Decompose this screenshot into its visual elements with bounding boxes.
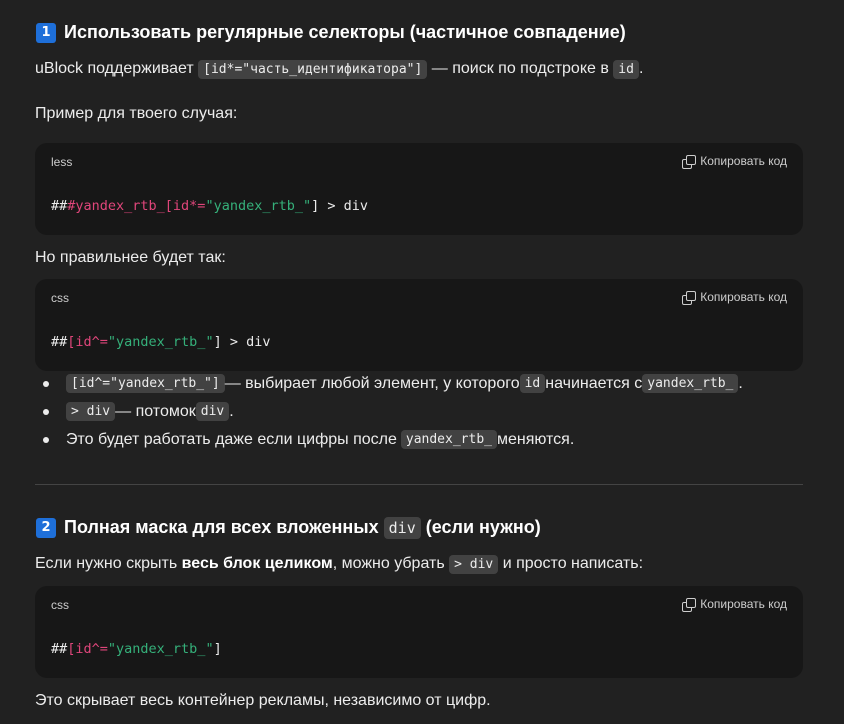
code-content: ##[id^="yandex_rtb_"] > div — [51, 334, 270, 350]
copy-code-label: Копировать код — [700, 154, 787, 168]
bullet-dot — [43, 436, 49, 443]
list-item-text: начинается с — [545, 374, 643, 392]
bullet-dot — [43, 380, 49, 387]
inline-code: yandex_rtb_ — [642, 374, 739, 393]
inline-code: id — [519, 374, 546, 393]
intro-text: и просто написать: — [498, 555, 644, 572]
code-content: ##[id^="yandex_rtb_"] — [51, 641, 222, 657]
section-2-intro: Если нужно скрыть весь блок целиком, мож… — [35, 552, 643, 577]
code-block-css: css Копировать код ##[id^="yandex_rtb_"]… — [35, 279, 803, 371]
intro-text: — поиск по подстроке в — [427, 60, 614, 77]
code-token: [id^= — [67, 334, 108, 350]
code-token: ] > div — [213, 334, 271, 350]
inline-code: div — [195, 402, 230, 421]
section-divider — [35, 484, 803, 485]
example-label: Пример для твоего случая: — [35, 105, 238, 122]
list-item: > div — потомок div. — [35, 402, 234, 421]
inline-code: [id^="yandex_rtb_"] — [66, 374, 225, 393]
outro-text: Это скрывает весь контейнер рекламы, нез… — [35, 692, 491, 709]
inline-code: yandex_rtb_ — [400, 430, 497, 449]
list-item-text: — потомок — [115, 402, 196, 420]
section-2-heading: 2 Полная маска для всех вложенных div (е… — [36, 517, 541, 539]
code-token: ## — [51, 334, 68, 350]
keycap-2-icon: 2 — [36, 517, 56, 538]
copy-icon — [682, 154, 697, 169]
code-token: ## — [51, 198, 68, 214]
better-label: Но правильнее будет так: — [35, 249, 226, 266]
section-2-title: Полная маска для всех вложенных div (есл… — [64, 517, 541, 539]
section-1-heading: 1 Использовать регулярные селекторы (час… — [36, 22, 626, 43]
bullet-dot — [43, 408, 49, 415]
keycap-1-icon: 1 — [36, 22, 56, 43]
copy-code-button[interactable]: Копировать код — [682, 154, 787, 169]
list-item-text: . — [229, 402, 234, 420]
code-token: #yandex_rtb_[id*= — [67, 198, 206, 214]
copy-icon — [682, 597, 697, 612]
code-block-css-2: css Копировать код ##[id^="yandex_rtb_"] — [35, 586, 803, 678]
intro-text: , можно убрать — [332, 555, 450, 572]
list-item-text: меняются. — [496, 430, 575, 448]
copy-icon — [682, 290, 697, 305]
code-token: "yandex_rtb_" — [205, 198, 312, 214]
code-token: [id^= — [67, 641, 108, 657]
title-text: Полная маска для всех вложенных — [64, 517, 384, 537]
list-item-text: . — [738, 374, 743, 392]
code-block-less: less Копировать код ###yandex_rtb_[id*="… — [35, 143, 803, 235]
intro-bold-text: весь блок целиком — [181, 555, 333, 572]
inline-code: div — [383, 517, 421, 539]
copy-code-button[interactable]: Копировать код — [682, 290, 787, 305]
copy-code-button[interactable]: Копировать код — [682, 597, 787, 612]
list-item-text: Это будет работать даже если цифры после — [66, 430, 397, 448]
intro-text: Если нужно скрыть — [35, 555, 182, 572]
code-content: ###yandex_rtb_[id*="yandex_rtb_"] > div — [51, 198, 368, 214]
code-token: "yandex_rtb_" — [107, 334, 214, 350]
title-text: (если нужно) — [420, 517, 541, 537]
code-token: ] — [213, 641, 222, 657]
inline-code: [id*="часть_идентификатора"] — [198, 60, 428, 79]
list-item: [id^="yandex_rtb_"] — выбирает любой эле… — [35, 374, 743, 393]
section-1-title: Использовать регулярные селекторы (части… — [64, 22, 626, 42]
list-item: Это будет работать даже если цифры после… — [35, 430, 574, 449]
list-item-text: — выбирает любой элемент, у которого — [224, 374, 520, 392]
section-1-intro: uBlock поддерживает [id*="часть_идентифи… — [35, 57, 643, 82]
code-token: ] > div — [311, 198, 369, 214]
intro-text: . — [638, 60, 644, 77]
inline-code: > div — [66, 402, 116, 421]
code-language-label: css — [51, 291, 69, 305]
code-language-label: less — [51, 155, 73, 169]
inline-code: id — [613, 60, 639, 79]
inline-code: > div — [449, 555, 499, 574]
code-language-label: css — [51, 598, 69, 612]
code-token: ## — [51, 641, 68, 657]
copy-code-label: Копировать код — [700, 597, 787, 611]
intro-text: uBlock поддерживает — [35, 60, 199, 77]
code-token: "yandex_rtb_" — [107, 641, 214, 657]
copy-code-label: Копировать код — [700, 290, 787, 304]
